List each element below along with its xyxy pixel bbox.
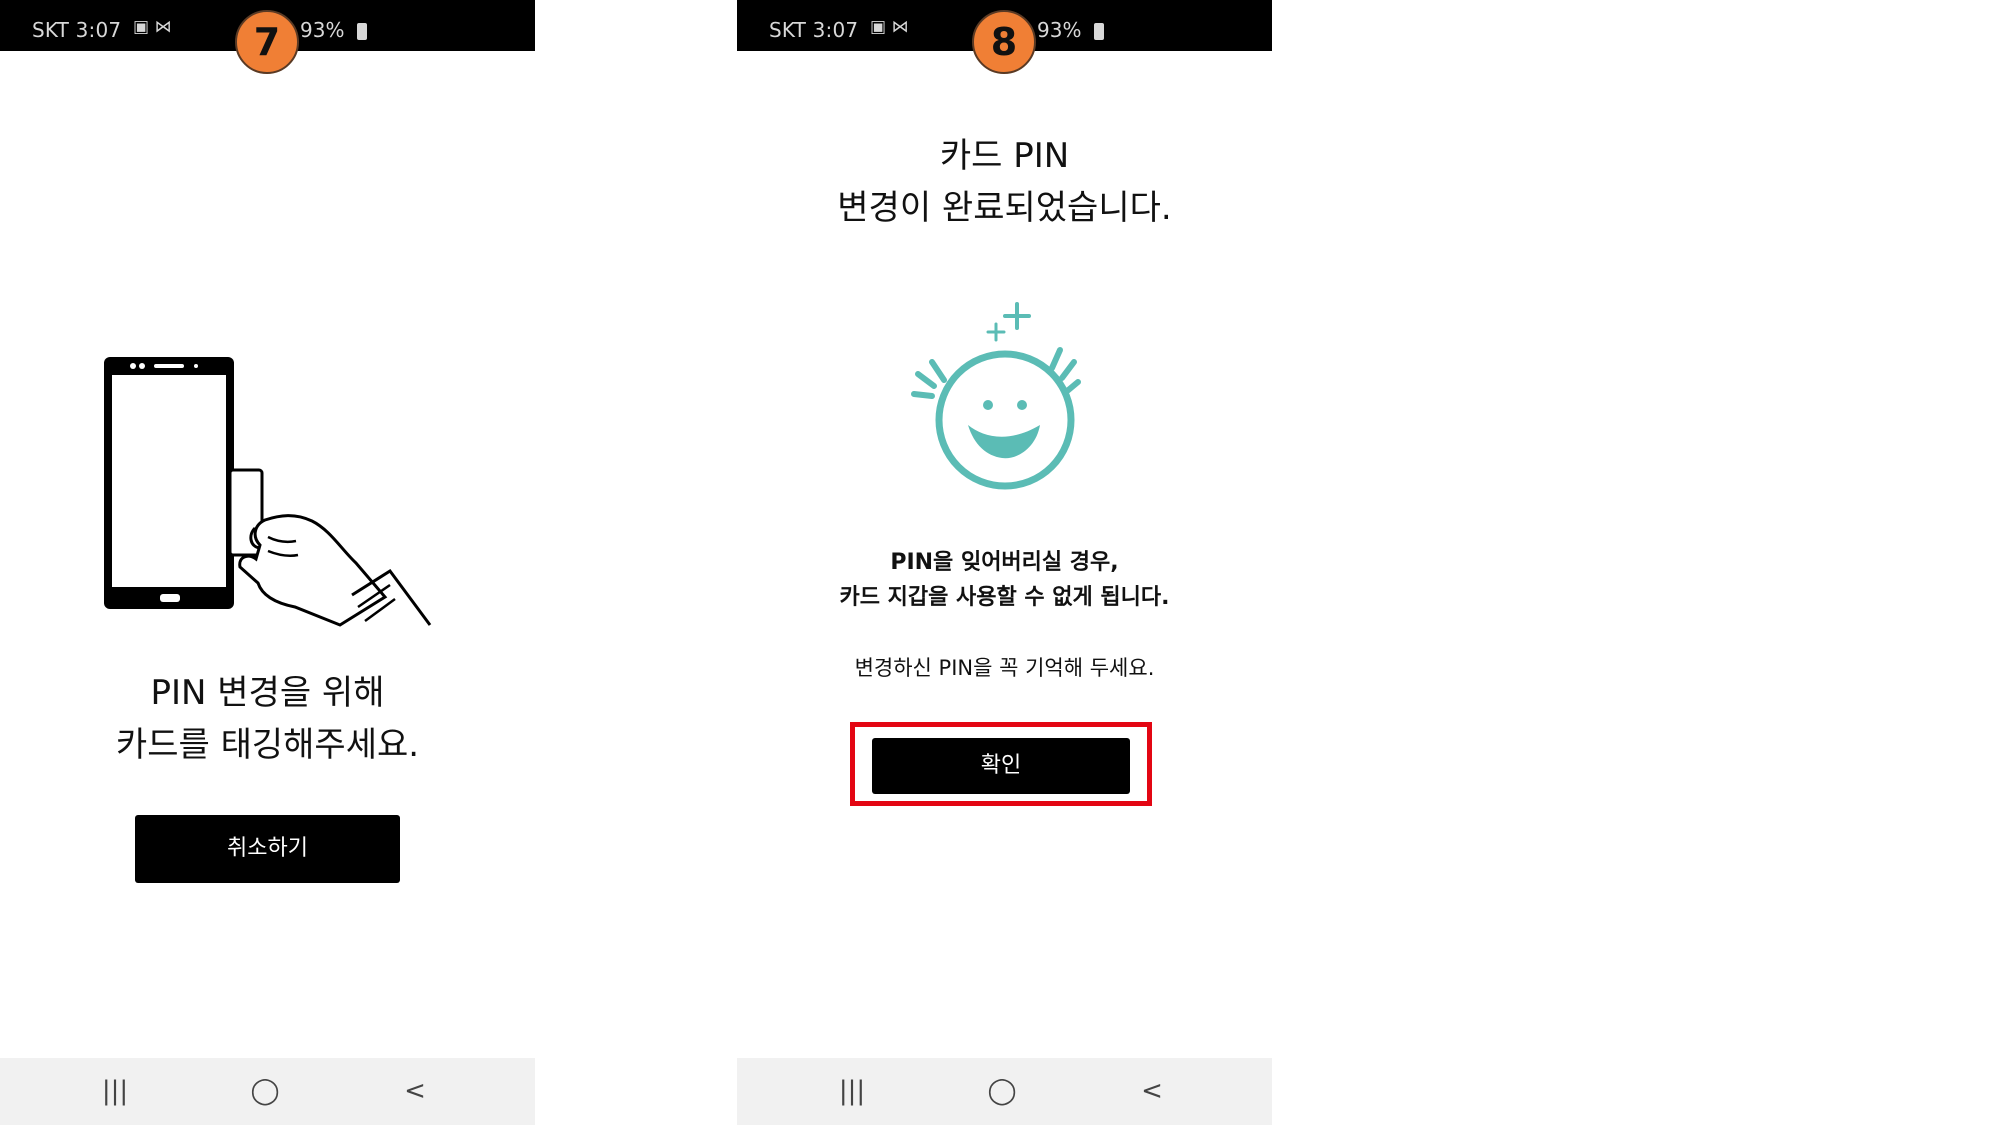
carrier-time: SKT 3:07 <box>32 18 122 42</box>
home-icon[interactable]: ◯ <box>972 1076 1032 1106</box>
notification-icons: ▣ ⋈ <box>870 17 909 37</box>
battery-icon <box>1094 23 1104 40</box>
recent-apps-icon[interactable]: ||| <box>85 1076 145 1106</box>
phone-tag-card-illustration <box>104 357 432 627</box>
remember-pin-note: 변경하신 PIN을 꼭 기억해 두세요. <box>854 656 1155 680</box>
home-icon[interactable]: ◯ <box>235 1076 295 1106</box>
smiley-face-icon <box>935 350 1075 490</box>
recent-apps-icon[interactable]: ||| <box>822 1076 882 1106</box>
smiley-face-illustration <box>911 302 1081 490</box>
screen-card-tag: SKT 3:07 ▣ ⋈ 93% 7 PIN 변경을 위해 카드를 태깅해주세요… <box>0 0 535 1125</box>
battery-icon <box>357 23 367 40</box>
battery-level: 93% <box>1037 18 1082 42</box>
title-line: 카드를 태깅해주세요. <box>115 725 420 765</box>
screen-pin-changed: SKT 3:07 ▣ ⋈ 93% 8 카드 PIN 변경이 완료되었습니다. P… <box>737 0 1272 1125</box>
title-line: 카드 PIN <box>939 136 1070 176</box>
page-title: 카드 PIN 변경이 완료되었습니다. <box>737 130 1272 234</box>
page-title: PIN 변경을 위해 카드를 태깅해주세요. <box>0 667 535 771</box>
back-icon[interactable]: < <box>1122 1076 1182 1106</box>
battery-level: 93% <box>300 18 345 42</box>
step-badge: 7 <box>235 10 299 74</box>
navigation-bar: ||| ◯ < <box>0 1058 535 1125</box>
warning-line: PIN을 잊어버리실 경우, <box>890 550 1119 575</box>
warning-line: 카드 지갑을 사용할 수 없게 됩니다. <box>839 585 1170 610</box>
notification-icons: ▣ ⋈ <box>133 17 172 37</box>
carrier-time: SKT 3:07 <box>769 18 859 42</box>
warning-message: PIN을 잊어버리실 경우, 카드 지갑을 사용할 수 없게 됩니다. <box>737 545 1272 615</box>
hand-icon <box>238 514 388 627</box>
confirm-button[interactable]: 확인 <box>872 738 1130 794</box>
title-line: PIN 변경을 위해 <box>150 673 385 713</box>
cancel-button[interactable]: 취소하기 <box>135 815 400 883</box>
step-badge: 8 <box>972 10 1036 74</box>
back-icon[interactable]: < <box>385 1076 445 1106</box>
navigation-bar: ||| ◯ < <box>737 1058 1272 1125</box>
title-line: 변경이 완료되었습니다. <box>837 188 1172 228</box>
